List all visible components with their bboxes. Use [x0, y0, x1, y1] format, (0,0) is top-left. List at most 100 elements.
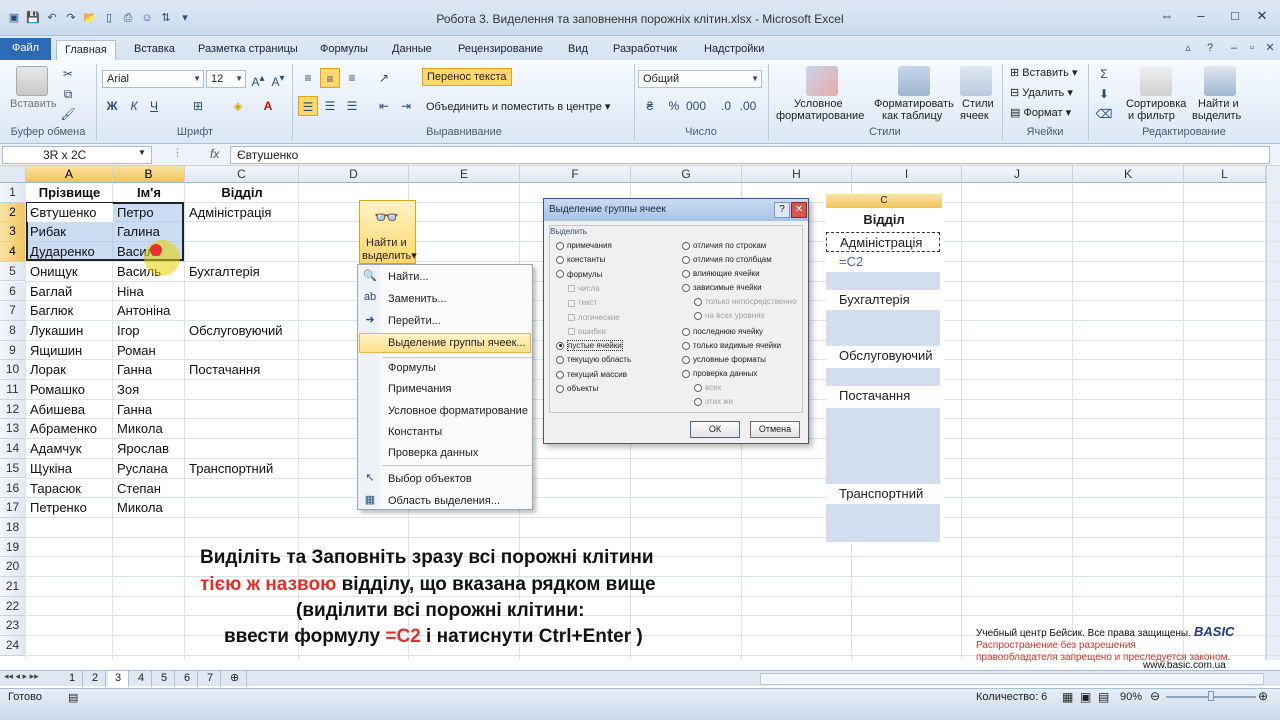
shrink-font-icon[interactable]: A▾ — [268, 69, 288, 89]
dialog-radio-option[interactable]: последнюю ячейку — [682, 327, 763, 336]
table-cell[interactable]: Лорак — [26, 360, 113, 379]
doc-restore-icon[interactable]: ▫ — [1244, 40, 1260, 56]
ribbon-collapse-icon[interactable]: ▵ — [1180, 40, 1196, 56]
menu-item-conditional-format[interactable]: Условное форматирование — [388, 405, 528, 417]
menu-item-select-objects[interactable]: Выбор объектов — [388, 473, 472, 485]
row-header[interactable]: 17 — [0, 498, 26, 518]
minimize-icon[interactable]: – — [1184, 6, 1218, 28]
chevron-down-icon[interactable]: ▼ — [138, 148, 146, 157]
vertical-scrollbar[interactable] — [1266, 166, 1280, 660]
dialog-cancel-button[interactable]: Отмена — [750, 421, 800, 438]
row-header[interactable]: 5 — [0, 261, 26, 282]
sheet-tab[interactable]: 5 — [154, 671, 176, 687]
table-cell[interactable]: Адамчук — [26, 439, 113, 458]
sheet-tab[interactable]: 2 — [85, 671, 107, 687]
row-header[interactable]: 20 — [0, 557, 26, 577]
table-cell[interactable]: Галина — [113, 222, 185, 241]
normal-view-icon[interactable]: ▦ — [1062, 690, 1073, 704]
row-header[interactable]: 7 — [0, 301, 26, 321]
row-header[interactable]: 21 — [0, 577, 26, 597]
cond-format-label1[interactable]: Условное — [794, 98, 843, 110]
dialog-close-icon[interactable]: ✕ — [791, 202, 807, 218]
tab-developer[interactable]: Разработчик — [605, 40, 685, 60]
dialog-radio-option[interactable]: объекты — [556, 384, 598, 393]
wrap-text-button[interactable]: Перенос текста — [422, 68, 512, 86]
delete-cells-button[interactable]: ⊟ Удалить ▾ — [1010, 86, 1073, 99]
table-cell[interactable]: Бухгалтерія — [185, 262, 299, 281]
row-header[interactable]: 23 — [0, 616, 26, 637]
menu-item-selection-pane[interactable]: Область выделения... — [388, 495, 500, 507]
italic-icon[interactable]: К — [124, 96, 144, 116]
cell-styles-label2[interactable]: ячеек — [960, 110, 989, 122]
table-header-cell[interactable]: Прізвище — [26, 183, 113, 202]
dialog-help-icon[interactable]: ? — [774, 202, 790, 218]
align-middle-icon[interactable]: ≡ — [320, 68, 340, 88]
doc-minimize-icon[interactable]: – — [1226, 40, 1242, 56]
tab-formulas[interactable]: Формулы — [312, 40, 376, 60]
table-header-cell[interactable]: Ім'я — [113, 183, 185, 202]
column-header[interactable]: F — [520, 166, 631, 183]
menu-item-data-validation[interactable]: Проверка данных — [388, 447, 478, 459]
column-header[interactable]: J — [962, 166, 1073, 183]
decrease-decimal-icon[interactable]: .00 — [738, 96, 758, 116]
row-header[interactable]: 10 — [0, 360, 26, 380]
dialog-radio-option[interactable]: всех — [694, 383, 721, 392]
dialog-radio-option[interactable]: этих же — [694, 397, 733, 406]
table-cell[interactable]: Баглюк — [26, 301, 113, 320]
dialog-checkbox[interactable]: числа — [568, 284, 600, 293]
conditional-format-icon[interactable] — [806, 66, 838, 96]
find-select-ribbon-icon[interactable] — [1204, 66, 1236, 96]
sheet-nav-icon[interactable]: ◂◂ ◂ ▸ ▸▸ — [4, 671, 39, 682]
format-table-label1[interactable]: Форматировать — [874, 98, 954, 110]
align-bottom-icon[interactable]: ≡ — [342, 68, 362, 88]
dialog-radio-option[interactable]: только непосредственно — [694, 297, 797, 306]
cut-icon[interactable]: ✂ — [58, 64, 78, 84]
row-header[interactable]: 14 — [0, 439, 26, 459]
tab-view[interactable]: Вид — [560, 40, 596, 60]
dialog-radio-option[interactable]: примечания — [556, 241, 612, 250]
restore-ribbon-icon[interactable]: ⇔ — [1150, 6, 1184, 28]
increase-decimal-icon[interactable]: .0 — [716, 96, 736, 116]
table-cell[interactable]: Онищук — [26, 262, 113, 281]
row-header[interactable]: 6 — [0, 281, 26, 302]
row-header[interactable]: 2 — [0, 202, 26, 223]
menu-item-formulas[interactable]: Формулы — [388, 362, 436, 374]
table-cell[interactable]: Ганна — [113, 400, 185, 419]
table-cell[interactable]: Постачання — [185, 360, 299, 379]
table-header-cell[interactable]: Відділ — [185, 183, 299, 202]
row-header[interactable]: 12 — [0, 399, 26, 420]
align-right-icon[interactable]: ☰ — [342, 96, 362, 116]
zoom-out-icon[interactable]: ⊖ — [1150, 689, 1160, 703]
formula-input[interactable]: Євтушенко — [230, 146, 1270, 164]
decrease-indent-icon[interactable]: ⇤ — [374, 96, 394, 116]
column-header[interactable]: D — [299, 166, 409, 183]
zoom-in-icon[interactable]: ⊕ — [1258, 689, 1268, 703]
dialog-radio-option[interactable]: пустые ячейки — [556, 340, 623, 352]
tab-page-layout[interactable]: Разметка страницы — [190, 40, 306, 60]
dialog-radio-option[interactable]: формулы — [556, 270, 602, 279]
table-cell[interactable]: Рибак — [26, 222, 113, 241]
sheet-tab[interactable]: 3 — [108, 671, 130, 687]
zoom-level[interactable]: 90% — [1120, 691, 1142, 703]
dialog-checkbox[interactable]: логические — [568, 313, 620, 322]
dialog-checkbox[interactable]: текст — [568, 298, 597, 307]
table-cell[interactable]: Ніна — [113, 282, 185, 301]
format-as-table-icon[interactable] — [898, 66, 930, 96]
help-icon[interactable]: ? — [1202, 40, 1218, 56]
insert-cells-button[interactable]: ⊞ Вставить ▾ — [1010, 66, 1078, 79]
row-header[interactable]: 4 — [0, 242, 26, 262]
table-cell[interactable]: Ганна — [113, 360, 185, 379]
table-cell[interactable]: Абраменко — [26, 419, 113, 438]
name-box[interactable]: 3R x 2C — [2, 146, 152, 164]
borders-icon[interactable]: ⊞ — [188, 96, 208, 116]
underline-icon[interactable]: Ч — [144, 96, 164, 116]
orientation-icon[interactable]: ↗ — [374, 68, 394, 88]
dialog-radio-option[interactable]: влияющие ячейки — [682, 269, 760, 278]
format-cells-button[interactable]: ▤ Формат ▾ — [1010, 106, 1071, 119]
row-header[interactable]: 8 — [0, 320, 26, 341]
zoom-slider-thumb[interactable] — [1208, 691, 1214, 701]
sort-filter-label2[interactable]: и фильтр — [1128, 110, 1175, 122]
table-cell[interactable]: Ігор — [113, 321, 185, 340]
table-cell[interactable]: Щукіна — [26, 459, 113, 478]
column-header[interactable]: K — [1073, 166, 1184, 183]
